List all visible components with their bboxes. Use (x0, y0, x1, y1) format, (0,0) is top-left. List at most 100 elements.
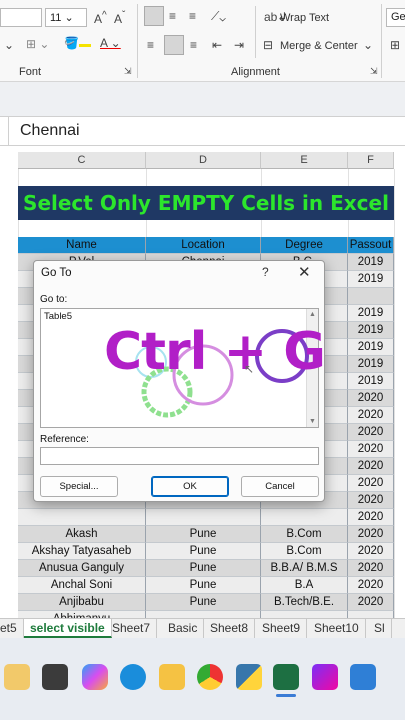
align-bottom-icon[interactable]: ≡ (189, 9, 196, 23)
table-cell-location[interactable]: Pune (146, 560, 261, 577)
help-icon[interactable]: ? (262, 265, 269, 279)
align-center-button[interactable] (164, 35, 184, 55)
merge-center-button[interactable]: Merge & Center (280, 40, 358, 52)
table-header-location[interactable]: Location (146, 237, 261, 254)
excel-icon[interactable] (273, 664, 299, 690)
table-cell-location[interactable] (146, 611, 261, 618)
column-header-d[interactable]: D (146, 152, 261, 169)
table-header-degree[interactable]: Degree (261, 237, 348, 254)
table-cell-passout[interactable]: 2020 (348, 526, 394, 543)
formula-bar[interactable]: Chennai (0, 116, 405, 147)
copilot-icon[interactable] (82, 664, 108, 690)
table-cell-name[interactable]: Anchal Soni (18, 577, 146, 594)
table-cell-passout[interactable]: 2019 (348, 373, 394, 390)
table-cell-passout[interactable]: 2020 (348, 441, 394, 458)
column-header-f[interactable]: F (348, 152, 394, 169)
font-color-icon[interactable]: A ⌄ (100, 36, 121, 50)
video-icon[interactable] (312, 664, 338, 690)
table-cell-location[interactable]: Pune (146, 526, 261, 543)
table-cell-passout[interactable]: 2020 (348, 594, 394, 611)
ok-button[interactable]: OK (151, 476, 229, 497)
special-button[interactable]: Special... (40, 476, 118, 497)
fill-color-icon[interactable]: 🪣 (64, 36, 91, 50)
cancel-button[interactable]: Cancel (241, 476, 319, 497)
table-cell-passout[interactable]: 2019 (348, 322, 394, 339)
borders-icon[interactable]: ⊞ ⌄ (26, 37, 49, 51)
table-cell-location[interactable] (146, 509, 261, 526)
table-cell-passout[interactable]: 2019 (348, 356, 394, 373)
number-format-dropdown[interactable]: Gen (386, 8, 405, 27)
python-icon[interactable] (236, 664, 262, 690)
chrome-icon[interactable] (197, 664, 223, 690)
table-cell-degree[interactable] (261, 509, 348, 526)
table-cell-passout[interactable]: 2019 (348, 254, 394, 271)
sheet-tab[interactable]: Basic (162, 619, 205, 638)
decrease-indent-icon[interactable]: ⇤ (212, 38, 222, 52)
table-cell-location[interactable]: Pune (146, 577, 261, 594)
orientation-icon[interactable]: ⟋⌄ (211, 9, 226, 24)
title-banner[interactable]: Select Only EMPTY Cells in Excel (18, 186, 394, 220)
table-cell-name[interactable]: Anjibabu (18, 594, 146, 611)
table-cell-passout[interactable]: 2020 (348, 543, 394, 560)
snipping-icon[interactable] (350, 664, 376, 690)
edge-icon[interactable] (120, 664, 146, 690)
table-cell-name[interactable]: Abhimanyu (18, 611, 146, 618)
table-cell-location[interactable]: Pune (146, 543, 261, 560)
formula-bar-value[interactable]: Chennai (20, 122, 80, 140)
table-cell-passout[interactable]: 2020 (348, 577, 394, 594)
chevron-down-icon[interactable]: ⌄ (4, 38, 14, 52)
terminal-icon[interactable] (42, 664, 68, 690)
font-name-dropdown[interactable] (0, 8, 42, 27)
scroll-up-icon[interactable]: ▲ (309, 311, 316, 318)
close-icon[interactable]: ✕ (298, 263, 311, 281)
table-header-name[interactable]: Name (18, 237, 146, 254)
sheet-tab[interactable]: Sheet10 (308, 619, 366, 638)
table-cell-degree[interactable]: B.Com (261, 526, 348, 543)
sheet-tab[interactable]: et5 (0, 619, 24, 638)
column-header-c[interactable]: C (18, 152, 146, 169)
merge-center-icon[interactable]: ⊟ (263, 38, 273, 52)
wrap-text-button[interactable]: Wrap Text (280, 12, 329, 24)
table-cell-passout[interactable]: 2020 (348, 475, 394, 492)
increase-indent-icon[interactable]: ⇥ (234, 38, 244, 52)
table-cell-passout[interactable] (348, 611, 394, 618)
table-cell-passout[interactable]: 2020 (348, 390, 394, 407)
dialog-launcher-icon[interactable]: ⇲ (370, 66, 378, 77)
table-cell-location[interactable]: Pune (146, 594, 261, 611)
table-cell-degree[interactable] (261, 611, 348, 618)
sheet-tab[interactable]: Sheet7 (106, 619, 158, 638)
align-top-button[interactable] (144, 6, 164, 26)
sheet-tab[interactable]: Sl (368, 619, 392, 638)
sheet-tab[interactable]: select visible (24, 619, 112, 638)
chevron-down-icon[interactable]: ⌄ (363, 38, 373, 52)
table-cell-degree[interactable]: B.Tech/B.E. (261, 594, 348, 611)
increase-font-icon[interactable]: A^ (94, 10, 107, 26)
column-header-e[interactable]: E (261, 152, 348, 169)
table-cell-name[interactable]: Anusua Ganguly (18, 560, 146, 577)
align-left-icon[interactable]: ≡ (147, 38, 154, 52)
align-middle-icon[interactable]: ≡ (169, 9, 176, 23)
table-cell-name[interactable]: Akshay Tatyasaheb (18, 543, 146, 560)
table-cell-passout[interactable]: 2020 (348, 509, 394, 526)
table-cell-passout[interactable]: 2019 (348, 305, 394, 322)
table-cell-degree[interactable]: B.A (261, 577, 348, 594)
game-icon[interactable] (4, 664, 30, 690)
table-cell-name[interactable]: Akash (18, 526, 146, 543)
table-cell-passout[interactable]: 2020 (348, 492, 394, 509)
table-cell-passout[interactable]: 2019 (348, 271, 394, 288)
table-cell-name[interactable] (18, 509, 146, 526)
goto-list-item[interactable]: Table5 (44, 311, 72, 322)
dialog-launcher-icon[interactable]: ⇲ (124, 66, 132, 77)
font-size-dropdown[interactable]: 11 ⌄ (45, 8, 87, 27)
reference-input[interactable] (40, 447, 319, 465)
currency-icon[interactable]: ⊞ (390, 38, 400, 52)
sheet-tab[interactable]: Sheet8 (204, 619, 256, 638)
file-explorer-icon[interactable] (159, 664, 185, 690)
table-header-passout[interactable]: Passout (348, 237, 394, 254)
table-cell-degree[interactable]: B.Com (261, 543, 348, 560)
align-right-icon[interactable]: ≡ (190, 38, 197, 52)
table-cell-passout[interactable]: 2020 (348, 407, 394, 424)
decrease-font-icon[interactable]: Aˇ (114, 10, 125, 26)
table-cell-degree[interactable]: B.B.A/ B.M.S (261, 560, 348, 577)
table-cell-passout[interactable]: 2019 (348, 339, 394, 356)
